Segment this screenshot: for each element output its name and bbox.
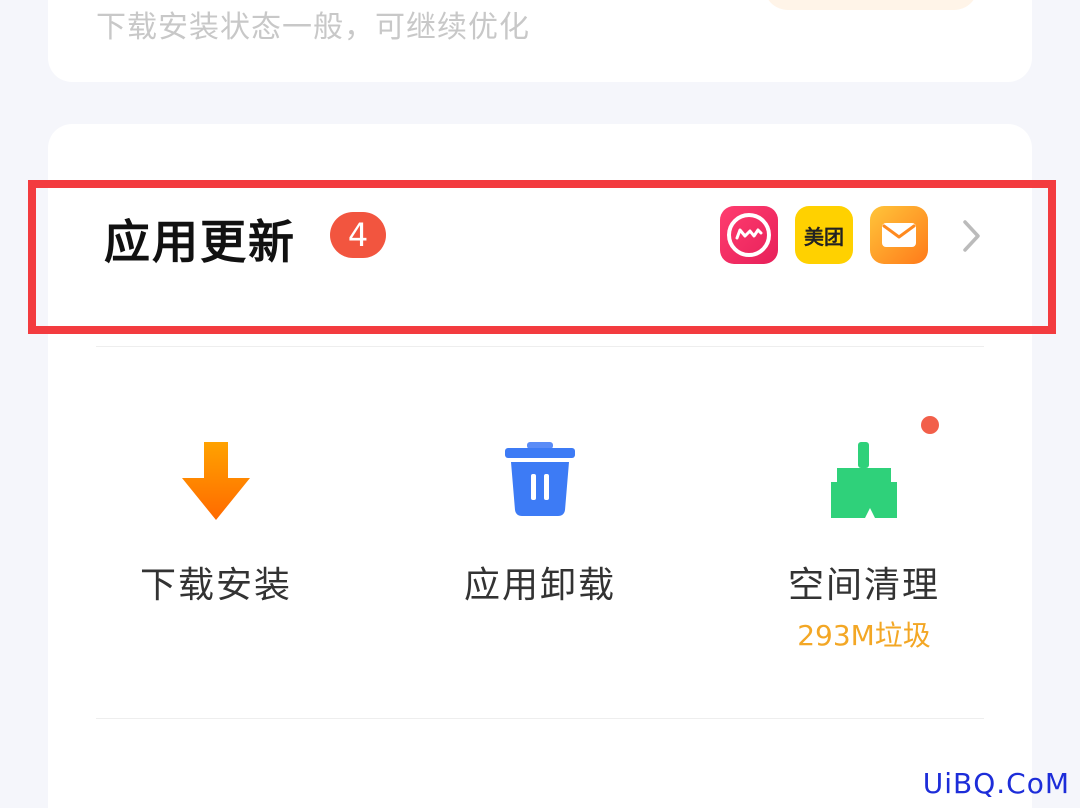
status-card: 下载安装状态一般，可继续优化 bbox=[48, 0, 1032, 82]
junk-size-text: 293M垃圾 bbox=[797, 619, 931, 652]
tool-app-uninstall[interactable]: 应用卸载 bbox=[420, 438, 660, 608]
divider bbox=[96, 346, 984, 347]
tool-download-install[interactable]: 下载安装 bbox=[96, 438, 336, 608]
status-subtitle: 下载安装状态一般，可继续优化 bbox=[96, 10, 530, 45]
tool-label: 应用卸载 bbox=[463, 565, 616, 606]
trash-icon bbox=[495, 438, 585, 528]
broom-icon bbox=[819, 438, 909, 528]
download-arrow-icon bbox=[171, 438, 261, 528]
notification-dot bbox=[921, 416, 939, 434]
divider bbox=[96, 718, 984, 719]
watermark: UiBQ.CoM bbox=[922, 767, 1070, 800]
tool-space-clean[interactable]: 空间清理 293M垃圾 bbox=[744, 438, 984, 654]
highlight-box bbox=[28, 180, 1056, 334]
tool-label: 下载安装 bbox=[139, 565, 292, 606]
optimize-button[interactable] bbox=[764, 0, 978, 10]
tool-label: 空间清理 bbox=[787, 565, 940, 606]
